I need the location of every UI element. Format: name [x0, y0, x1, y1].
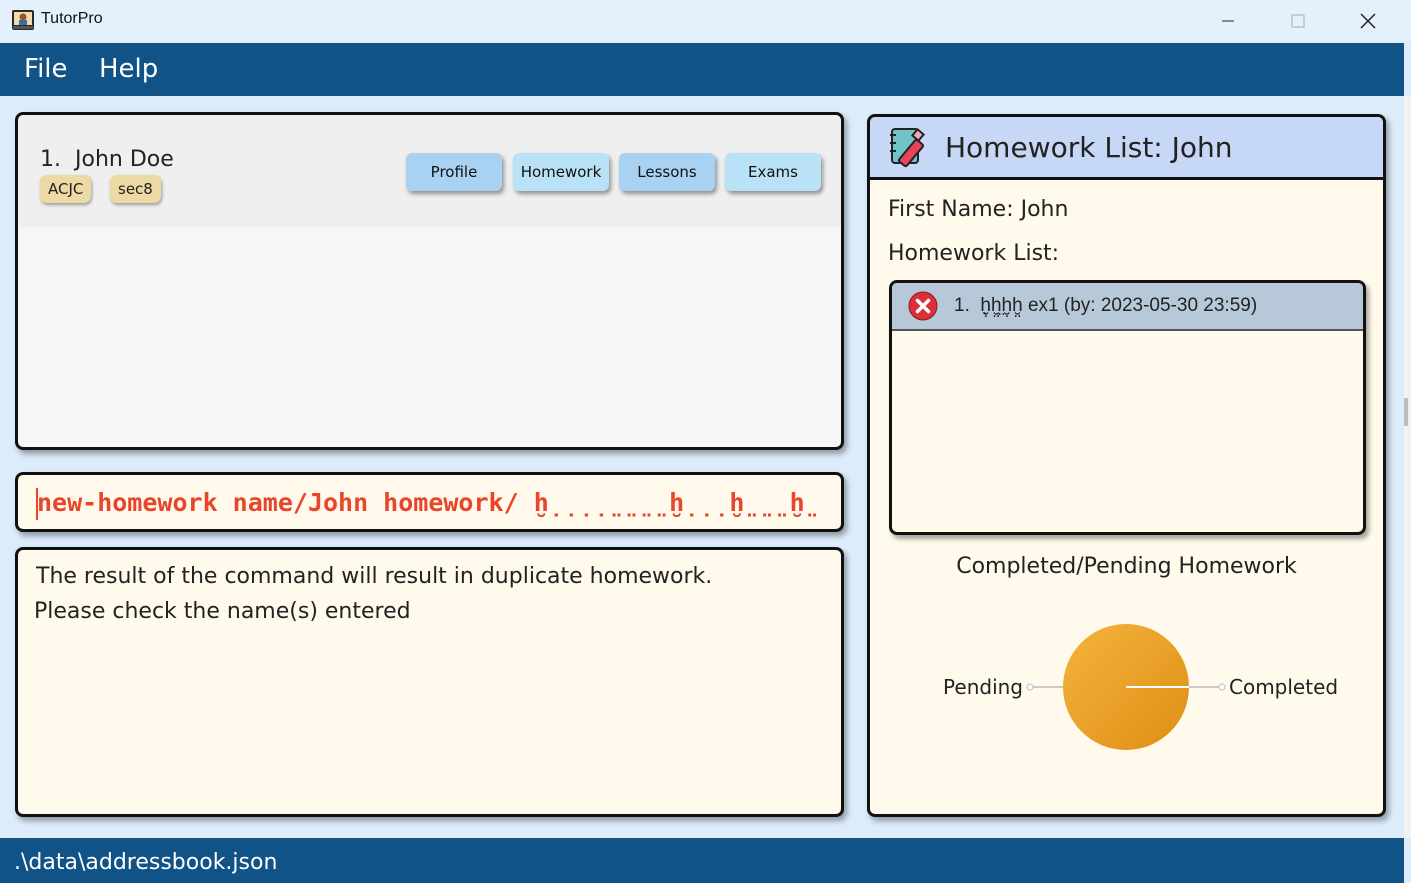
result-line-2: Please check the name(s) entered [34, 599, 411, 624]
profile-button[interactable]: Profile [406, 153, 502, 191]
lessons-button[interactable]: Lessons [619, 153, 715, 191]
pie-leader-dot [1026, 683, 1034, 691]
menu-file[interactable]: File [24, 54, 68, 84]
menu-bar: File Help [0, 43, 1404, 96]
homework-header: Homework List: John [870, 117, 1383, 180]
app-logo-icon [12, 10, 34, 30]
homework-pie-chart: Pending Completed [943, 624, 1338, 750]
homework-list-title: Homework List: John [945, 131, 1233, 164]
homework-button[interactable]: Homework [513, 153, 609, 191]
notebook-pencil-icon [890, 127, 926, 168]
person-name-text: John Doe [75, 147, 174, 172]
person-list-panel: 1. John Doe ACJC sec8 Profile Homework L… [15, 112, 844, 450]
close-button[interactable] [1333, 0, 1403, 42]
command-box[interactable]: new-homework name/John homework/ ḫ̣̣̣̣̤̤… [15, 472, 844, 532]
scrollbar-thumb[interactable] [1404, 398, 1408, 426]
pie-label-completed: Completed [1229, 675, 1338, 699]
command-input[interactable]: new-homework name/John homework/ ḫ̣̣̣̣̤̤… [37, 488, 827, 517]
homework-item-text: 1. ḫ̣̣̣ḫ̤̤ḫ̣ḫ̤ ex1 (by: 2023-05-30 23:59… [954, 295, 1257, 317]
result-line-1: The result of the command will result in… [36, 564, 713, 589]
first-name-label: First Name: John [888, 197, 1069, 222]
window-edge-scrollbar[interactable] [1404, 96, 1411, 838]
homework-list-item[interactable]: 1. ḫ̣̣̣ḫ̤̤ḫ̣ḫ̤ ex1 (by: 2023-05-30 23:59… [892, 283, 1363, 331]
person-name: 1. John Doe [40, 147, 174, 172]
person-index: 1. [40, 147, 61, 172]
pie-leader-dot [1218, 683, 1226, 691]
data-file-path: .\data\addressbook.json [14, 850, 278, 875]
error-x-icon [908, 291, 938, 321]
menu-help[interactable]: Help [99, 54, 158, 84]
status-bar: .\data\addressbook.json [0, 838, 1404, 883]
chart-title: Completed/Pending Homework [956, 554, 1297, 579]
close-icon [1360, 13, 1376, 29]
window-title: TutorPro [41, 10, 103, 27]
minimize-icon [1222, 20, 1234, 22]
maximize-button[interactable] [1263, 0, 1333, 42]
maximize-icon [1291, 14, 1305, 28]
homework-list: 1. ḫ̣̣̣ḫ̤̤ḫ̣ḫ̤ ex1 (by: 2023-05-30 23:59… [889, 280, 1366, 535]
result-display: The result of the command will result in… [15, 547, 844, 817]
exams-button[interactable]: Exams [725, 153, 821, 191]
pie-label-pending: Pending [943, 675, 1023, 699]
homework-panel: Homework List: John First Name: John Hom… [867, 114, 1386, 817]
title-bar: TutorPro [0, 0, 1411, 42]
homework-item-desc: ḫ̣̣̣ḫ̤̤ḫ̣ḫ̤ ex1 (by: 2023-05-30 23:59) [980, 295, 1258, 316]
minimize-button[interactable] [1193, 0, 1263, 42]
person-card[interactable]: 1. John Doe ACJC sec8 Profile Homework L… [18, 115, 841, 227]
homework-list-label: Homework List: [888, 241, 1060, 266]
homework-item-index: 1. [954, 295, 970, 316]
tag-sec8: sec8 [110, 175, 161, 203]
tag-acjc: ACJC [40, 175, 92, 203]
